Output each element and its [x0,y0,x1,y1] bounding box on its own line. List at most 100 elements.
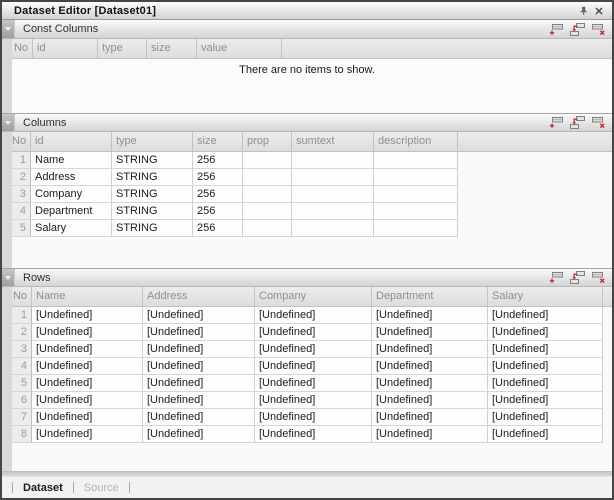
grid-cell[interactable]: [Undefined] [32,307,143,324]
collapse-button[interactable] [2,20,15,38]
row-number-cell[interactable]: 4 [12,203,31,220]
row-number-cell[interactable]: 5 [12,220,31,237]
grid-cell[interactable]: [Undefined] [32,341,143,358]
grid-cell[interactable]: [Undefined] [372,375,488,392]
grid-cell[interactable]: [Undefined] [32,392,143,409]
remove-item-button[interactable] [590,115,607,130]
grid-cell[interactable]: 256 [193,152,243,169]
row-number-cell[interactable]: 6 [12,392,32,409]
edit-item-button[interactable] [569,115,586,130]
row-number-cell[interactable]: 2 [12,169,31,186]
grid-cell[interactable]: 256 [193,203,243,220]
add-item-button[interactable] [548,270,565,285]
add-item-button[interactable] [548,115,565,130]
grid-cell[interactable]: [Undefined] [32,375,143,392]
grid-cell[interactable]: [Undefined] [143,426,255,443]
grid-cell[interactable]: [Undefined] [255,409,372,426]
tab-source[interactable]: Source [82,482,121,494]
row-number-cell[interactable]: 3 [12,186,31,203]
grid-cell[interactable]: [Undefined] [372,307,488,324]
grid-cell[interactable]: [Undefined] [143,409,255,426]
grid-cell[interactable]: [Undefined] [255,307,372,324]
grid-cell[interactable]: [Undefined] [488,324,603,341]
row-number-cell[interactable]: 8 [12,426,32,443]
row-number-cell[interactable]: 3 [12,341,32,358]
grid-cell[interactable]: [Undefined] [488,426,603,443]
grid-cell[interactable]: STRING [112,186,193,203]
row-number-cell[interactable]: 4 [12,358,32,375]
grid-cell[interactable] [243,169,292,186]
row-number-cell[interactable]: 2 [12,324,32,341]
grid-cell[interactable]: [Undefined] [32,409,143,426]
grid-cell[interactable]: [Undefined] [143,341,255,358]
grid-cell[interactable]: STRING [112,169,193,186]
row-number-cell[interactable]: 1 [12,307,32,324]
grid-cell[interactable]: [Undefined] [488,307,603,324]
grid-cell[interactable]: Company [31,186,112,203]
grid-cell[interactable]: [Undefined] [32,358,143,375]
grid-cell[interactable] [243,220,292,237]
grid-cell[interactable] [374,152,458,169]
grid-cell[interactable]: [Undefined] [372,358,488,375]
edit-item-button[interactable] [569,270,586,285]
grid-cell[interactable]: [Undefined] [488,409,603,426]
row-number-cell[interactable]: 7 [12,409,32,426]
grid-cell[interactable]: STRING [112,220,193,237]
grid-cell[interactable]: 256 [193,186,243,203]
grid-cell[interactable]: 256 [193,169,243,186]
grid-cell[interactable]: [Undefined] [488,392,603,409]
add-item-button[interactable] [548,22,565,37]
collapse-button[interactable] [2,269,15,286]
grid-cell[interactable]: [Undefined] [255,392,372,409]
grid-cell[interactable]: [Undefined] [143,358,255,375]
grid-cell[interactable] [243,203,292,220]
grid-cell[interactable] [292,203,374,220]
grid-cell[interactable]: [Undefined] [488,341,603,358]
grid-cell[interactable]: [Undefined] [255,375,372,392]
pin-button[interactable] [575,4,591,18]
grid-cell[interactable]: Salary [31,220,112,237]
tab-dataset[interactable]: Dataset [21,482,65,494]
grid-cell[interactable]: [Undefined] [372,409,488,426]
grid-cell[interactable] [374,203,458,220]
remove-item-button[interactable] [590,270,607,285]
grid-cell[interactable]: Address [31,169,112,186]
grid-cell[interactable] [292,220,374,237]
grid-cell[interactable]: [Undefined] [255,358,372,375]
row-number-cell[interactable]: 5 [12,375,32,392]
grid-cell[interactable] [374,186,458,203]
grid-cell[interactable]: 256 [193,220,243,237]
grid-cell[interactable]: [Undefined] [488,375,603,392]
grid-cell[interactable] [374,169,458,186]
grid-cell[interactable]: STRING [112,203,193,220]
grid-cell[interactable]: [Undefined] [372,426,488,443]
remove-item-button[interactable] [590,22,607,37]
collapse-button[interactable] [2,114,15,131]
grid-cell[interactable]: [Undefined] [32,426,143,443]
grid-cell[interactable] [292,152,374,169]
grid-cell[interactable]: [Undefined] [255,426,372,443]
grid-cell[interactable]: [Undefined] [143,324,255,341]
grid-cell[interactable]: [Undefined] [32,324,143,341]
grid-cell[interactable]: [Undefined] [372,392,488,409]
row-number-cell[interactable]: 1 [12,152,31,169]
grid-cell[interactable]: [Undefined] [255,341,372,358]
grid-cell[interactable]: STRING [112,152,193,169]
grid-cell[interactable] [292,186,374,203]
grid-cell[interactable]: [Undefined] [143,375,255,392]
grid-cell[interactable]: [Undefined] [372,341,488,358]
grid-cell[interactable]: [Undefined] [143,307,255,324]
grid-cell[interactable] [243,152,292,169]
grid-cell[interactable]: [Undefined] [143,392,255,409]
grid-cell[interactable]: [Undefined] [255,324,372,341]
edit-item-button[interactable] [569,22,586,37]
close-button[interactable] [591,4,607,18]
grid-cell[interactable]: Department [31,203,112,220]
grid-cell[interactable] [292,169,374,186]
grid-cell[interactable]: [Undefined] [488,358,603,375]
grid-cell[interactable] [374,220,458,237]
grid-cell[interactable]: Name [31,152,112,169]
grid-cell[interactable]: [Undefined] [372,324,488,341]
grid-cell[interactable] [243,186,292,203]
grid-header: Noidtypesizevalue [12,39,612,59]
